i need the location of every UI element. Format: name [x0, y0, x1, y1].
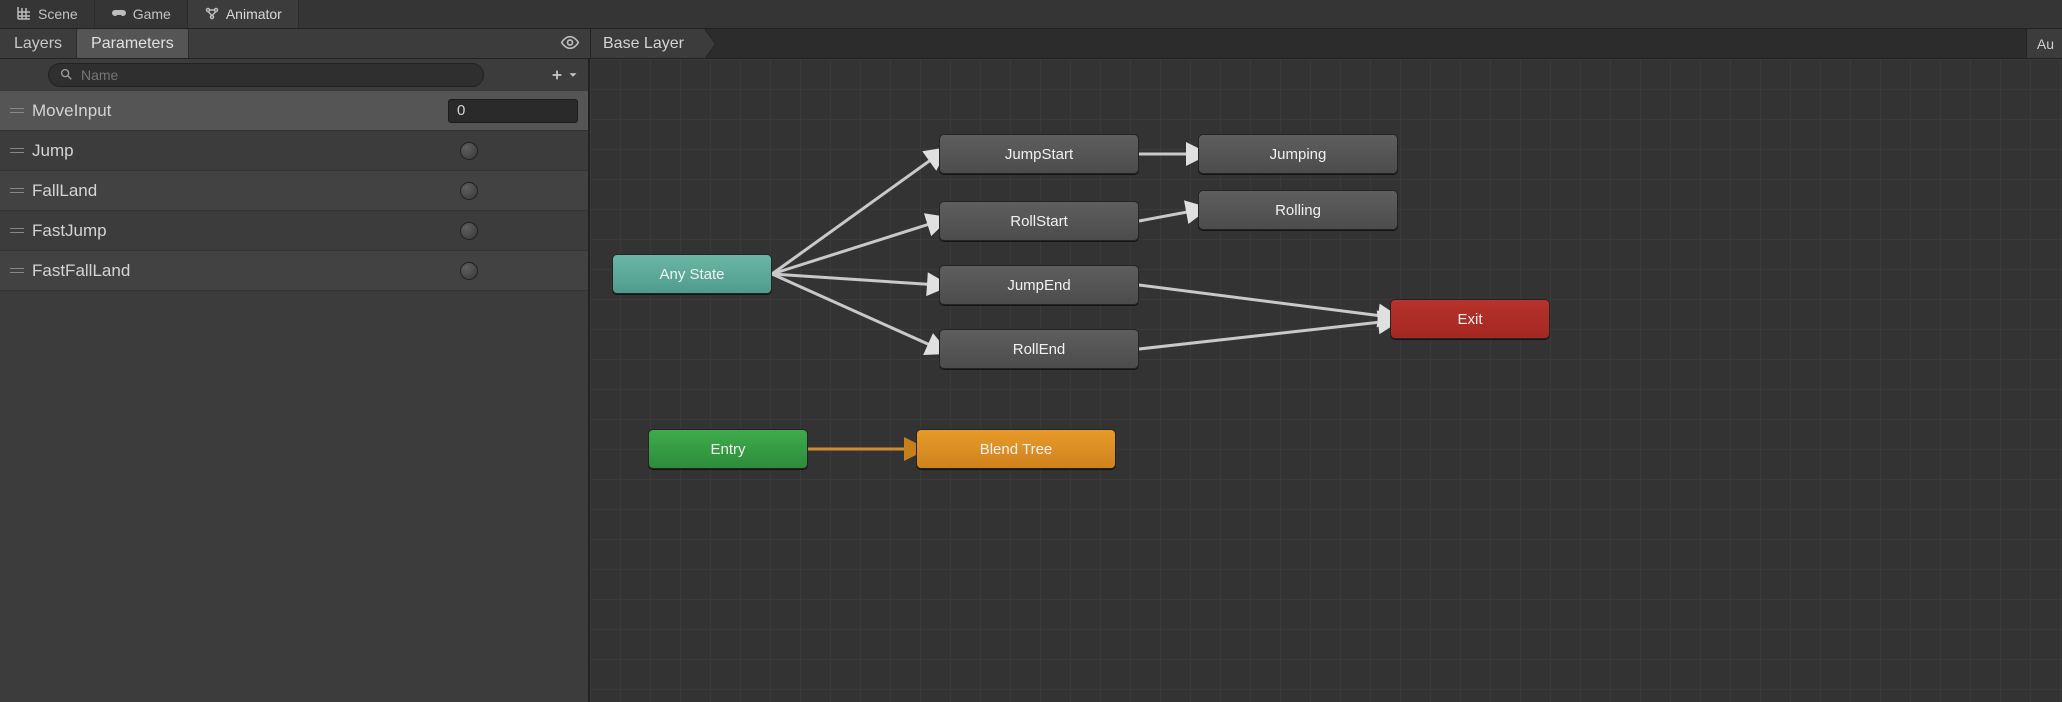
node-jump-start[interactable]: JumpStart [939, 134, 1139, 174]
tab-scene[interactable]: Scene [0, 0, 95, 28]
node-label: Exit [1457, 311, 1482, 328]
editor-tabs: Scene Game Animator [0, 0, 2062, 29]
drag-handle-icon[interactable] [10, 148, 24, 153]
node-label: Jumping [1270, 146, 1327, 163]
animator-subtabs: Layers Parameters [0, 29, 590, 58]
parameter-row[interactable]: Jump [0, 131, 588, 171]
parameter-float-input[interactable] [448, 99, 578, 123]
scene-icon [16, 5, 32, 24]
drag-handle-icon[interactable] [10, 108, 24, 113]
node-roll-start[interactable]: RollStart [939, 201, 1139, 241]
node-label: JumpStart [1005, 146, 1073, 163]
parameters-panel: MoveInput Jump FallLand FastJump [0, 59, 590, 702]
animator-icon [204, 5, 220, 24]
node-any-state[interactable]: Any State [612, 254, 772, 294]
parameter-name: FastJump [32, 221, 452, 241]
parameter-trigger-radio[interactable] [460, 142, 478, 160]
game-icon [111, 5, 127, 24]
tab-label: Animator [226, 6, 282, 22]
parameter-name: Jump [32, 141, 452, 161]
subtab-label: Layers [14, 35, 62, 53]
tab-game[interactable]: Game [95, 0, 188, 28]
parameter-trigger-radio[interactable] [460, 182, 478, 200]
search-icon [59, 67, 79, 84]
node-roll-end[interactable]: RollEnd [939, 329, 1139, 369]
parameter-trigger-radio[interactable] [460, 222, 478, 240]
subtab-layers[interactable]: Layers [0, 29, 77, 58]
node-label: JumpEnd [1007, 277, 1070, 294]
parameter-name: MoveInput [32, 101, 440, 121]
visibility-toggle[interactable] [560, 32, 580, 55]
node-exit[interactable]: Exit [1390, 299, 1550, 339]
node-jumping[interactable]: Jumping [1198, 134, 1398, 174]
node-blend-tree[interactable]: Blend Tree [916, 429, 1116, 469]
node-label: Rolling [1275, 202, 1321, 219]
parameter-row[interactable]: FallLand [0, 171, 588, 211]
animator-graph[interactable]: Any State JumpStart Jumping RollStart Ro… [590, 59, 2062, 702]
parameter-row[interactable]: FastJump [0, 211, 588, 251]
parameter-name: FastFallLand [32, 261, 452, 281]
parameter-row[interactable]: FastFallLand [0, 251, 588, 291]
node-label: RollStart [1010, 213, 1068, 230]
parameter-row[interactable]: MoveInput [0, 91, 588, 131]
auto-live-link[interactable]: Au [2026, 29, 2062, 58]
node-entry[interactable]: Entry [648, 429, 808, 469]
add-parameter-button[interactable] [550, 68, 580, 82]
subtab-parameters[interactable]: Parameters [77, 29, 189, 58]
tab-label: Scene [38, 6, 78, 22]
tab-animator[interactable]: Animator [188, 0, 299, 28]
node-label: Any State [659, 266, 724, 283]
parameter-search[interactable] [48, 63, 484, 87]
node-jump-end[interactable]: JumpEnd [939, 265, 1139, 305]
drag-handle-icon[interactable] [10, 268, 24, 273]
search-input[interactable] [79, 66, 473, 84]
right-label-text: Au [2037, 36, 2054, 52]
node-rolling[interactable]: Rolling [1198, 190, 1398, 230]
drag-handle-icon[interactable] [10, 188, 24, 193]
breadcrumb-label: Base Layer [603, 35, 684, 53]
node-label: Blend Tree [980, 441, 1053, 458]
subtab-label: Parameters [91, 35, 174, 53]
parameter-name: FallLand [32, 181, 452, 201]
parameter-list: MoveInput Jump FallLand FastJump [0, 91, 588, 702]
node-label: Entry [710, 441, 745, 458]
layer-breadcrumb: Base Layer Au [590, 29, 2062, 58]
node-label: RollEnd [1013, 341, 1066, 358]
drag-handle-icon[interactable] [10, 228, 24, 233]
tab-label: Game [133, 6, 171, 22]
parameter-trigger-radio[interactable] [460, 262, 478, 280]
breadcrumb-item[interactable]: Base Layer [591, 29, 704, 58]
